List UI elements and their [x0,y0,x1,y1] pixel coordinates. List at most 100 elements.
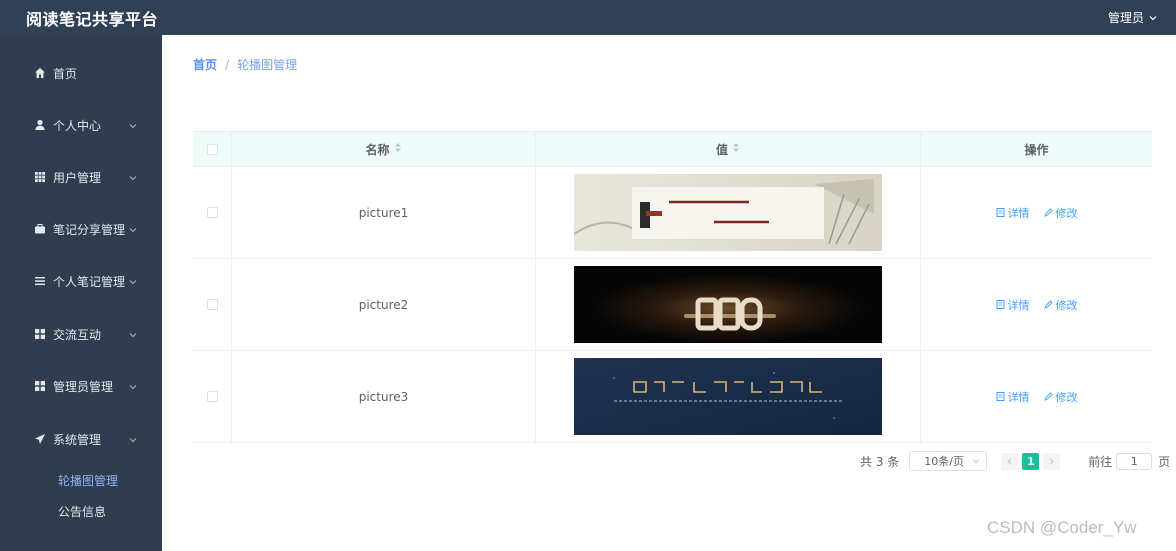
send-icon [34,433,46,445]
carousel-image [574,266,882,343]
edit-button[interactable]: 修改 [1043,205,1078,221]
goto-label: 前往 [1088,454,1113,469]
sidebar-subitem-announcements[interactable]: 公告信息 [0,497,162,525]
sidebar-item-label: 系统管理 [53,432,102,447]
sidebar-item-user-management[interactable]: 用户管理 [0,157,162,197]
select-all-checkbox[interactable] [206,143,218,155]
header-name[interactable]: 名称 [232,132,536,166]
sidebar-item-label: 用户管理 [53,170,102,185]
page-size-select[interactable]: 10条/页 [909,451,988,471]
chevron-down-icon [128,276,138,286]
page-number-current[interactable]: 1 [1022,452,1040,470]
row-actions-cell: 详情 修改 [921,259,1152,350]
sidebar-item-label: 个人笔记管理 [53,274,126,289]
sidebar-item-interaction[interactable]: 交流互动 [0,314,162,354]
chevron-up-icon [128,434,138,444]
row-select-cell [193,259,232,350]
header-actions-label: 操作 [1024,142,1049,157]
detail-button-label: 详情 [1007,390,1030,404]
sidebar-subitem-label: 轮播图管理 [58,473,119,488]
sidebar-item-personal-center[interactable]: 个人中心 [0,105,162,145]
sidebar-item-home[interactable]: 首页 [0,53,162,93]
sidebar-subitem-carousel-management[interactable]: 轮播图管理 [0,466,162,494]
row-value-cell [536,167,921,258]
document-icon [996,208,1004,217]
detail-button[interactable]: 详情 [996,205,1030,221]
chevron-down-icon [1149,15,1157,20]
goto-suffix: 页 [1158,454,1171,469]
header-actions: 操作 [921,132,1152,166]
list-icon [34,275,46,287]
edit-button[interactable]: 修改 [1043,297,1078,313]
chevron-down-icon [128,120,138,130]
sidebar-item-label: 交流互动 [53,327,102,342]
chevron-right-icon [1050,458,1054,464]
sidebar-item-label: 首页 [53,66,78,81]
edit-button-label: 修改 [1055,298,1078,312]
sidebar-item-admin-management[interactable]: 管理员管理 [0,366,162,406]
table-header: 名称 值 操作 [193,131,1152,167]
goto-page-input[interactable] [1116,452,1153,470]
edit-icon [1043,208,1053,217]
row-actions-cell: 详情 修改 [921,167,1152,258]
sidebar: 首页 个人中心 用户管理 笔记分享管理 个人笔记管理 交流互动 管理员管理 系统… [0,35,162,551]
document-icon [996,300,1004,309]
top-header: 阅读笔记共享平台 管理员 [0,0,1176,35]
row-checkbox[interactable] [206,299,218,310]
header-value-label: 值 [715,142,728,157]
row-actions-cell: 详情 修改 [921,351,1152,442]
carousel-image [574,174,882,251]
grid-icon [34,171,46,183]
pagination: 共 3 条 10条/页 1 前往 页 [860,451,1170,471]
row-checkbox[interactable] [206,391,218,402]
detail-button[interactable]: 详情 [996,297,1030,313]
edit-button-label: 修改 [1055,390,1078,404]
sidebar-item-personal-note-management[interactable]: 个人笔记管理 [0,261,162,301]
detail-button[interactable]: 详情 [996,389,1030,405]
home-icon [34,67,46,79]
breadcrumb-current: 轮播图管理 [237,58,298,72]
chevron-down-icon [128,224,138,234]
header-value[interactable]: 值 [536,132,921,166]
breadcrumb-home-link[interactable]: 首页 [193,56,217,73]
app-title: 阅读笔记共享平台 [26,9,159,29]
watermark: CSDN @Coder_Yw [987,518,1137,537]
breadcrumb: 首页 / 轮播图管理 [193,56,297,73]
edit-button[interactable]: 修改 [1043,389,1078,405]
chevron-down-icon [128,381,138,391]
chevron-left-icon [1007,458,1012,464]
header-select-cell [193,132,232,166]
sort-icon[interactable] [394,142,402,156]
row-value-cell [536,351,921,442]
next-page-button[interactable] [1043,452,1061,470]
main-content: 首页 / 轮播图管理 名称 值 操作 picture1 详情 修改 pictur… [162,35,1176,551]
row-select-cell [193,167,232,258]
pagination-total: 共 3 条 [860,454,900,469]
row-name-cell: picture1 [232,167,536,258]
sidebar-item-label: 管理员管理 [53,379,114,394]
edit-icon [1043,392,1053,401]
table-row: picture3 详情 修改 [193,351,1152,443]
apps-icon [34,328,46,340]
user-icon [34,119,46,131]
edit-icon [1043,300,1053,309]
chevron-down-icon [128,172,138,182]
document-icon [996,392,1004,401]
detail-button-label: 详情 [1007,298,1030,312]
chevron-down-icon [128,329,138,339]
row-select-cell [193,351,232,442]
table-row: picture1 详情 修改 [193,167,1152,259]
page-size-value: 10条/页 [924,455,964,468]
row-name-cell: picture2 [232,259,536,350]
sidebar-item-label: 笔记分享管理 [53,222,126,237]
sidebar-item-note-share-management[interactable]: 笔记分享管理 [0,209,162,249]
apps-icon [34,380,46,392]
detail-button-label: 详情 [1007,206,1030,220]
user-menu[interactable]: 管理员 [1108,9,1158,26]
row-name-cell: picture3 [232,351,536,442]
sort-icon[interactable] [732,142,740,156]
row-checkbox[interactable] [206,207,218,218]
sidebar-item-system-management[interactable]: 系统管理 [0,419,162,459]
chevron-down-icon [973,459,980,464]
prev-page-button[interactable] [1001,452,1019,470]
